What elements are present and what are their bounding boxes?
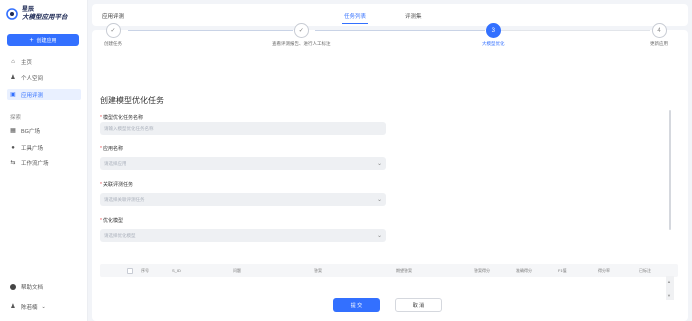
required-mark: * [100,146,102,152]
column-header: 准确得分 [516,268,532,273]
field-label-task-name: *模型优化任务名称 [100,115,143,121]
create-app-button[interactable]: + 创建应用 [7,34,79,46]
main-panel [92,30,688,321]
step-label: 创建任务 [104,41,122,46]
logo-title: 星辰 [22,7,35,13]
column-header: 答案 [314,268,322,273]
help-docs-link[interactable]: 帮助文档 [7,281,81,292]
logo-subtitle: 大模型应用平台 [22,14,68,21]
help-docs-label: 帮助文档 [21,284,44,291]
column-header: F1值 [558,268,567,273]
step-label: 大模型优化 [482,41,505,46]
create-app-label: 创建应用 [36,37,57,44]
check-icon: ✓ [105,23,121,38]
username-label: 陈若楠 [21,304,38,311]
step-update-app: 4 更新应用 [650,23,668,47]
sidebar-item-label: 工具广场 [21,145,44,152]
sidebar-item-bg-square[interactable]: ▦ BG广场 [7,125,81,136]
column-header: S_ID [172,268,181,273]
sidebar-item-home[interactable]: ⌂ 主页 [7,56,81,67]
page-scrollbar[interactable] [669,110,671,230]
user-menu[interactable]: ♟ 陈若楠 ⌄ [7,301,81,312]
cancel-button[interactable]: 取 消 [395,298,442,312]
form-title: 创建模型优化任务 [100,96,164,105]
workflow-icon: ⇆ [10,160,16,166]
column-header: 问题 [233,268,241,273]
evaluation-icon: ▣ [10,92,16,98]
grid-icon: ▦ [10,128,16,134]
tab-label: 任务列表 [344,13,367,20]
step-number: 3 [485,23,501,38]
tool-icon: ● [11,144,15,151]
step-connector [128,30,293,31]
sidebar-item-label: 工作流广场 [21,160,49,167]
chevron-down-icon: ⌄ [376,197,382,203]
top-bar: 应用评测 任务列表 评测集 [92,4,688,26]
sidebar: 星辰 大模型应用平台 + 创建应用 ⌂ 主页 ♟ 个人空间 ▣ 应用评测 探索 … [0,0,88,321]
field-label-eval-task: *关联评测任务 [100,182,133,188]
required-mark: * [100,218,102,224]
step-number: 4 [651,23,667,38]
column-header: 得分率 [598,268,610,273]
select-placeholder: 请选择应用 [104,160,127,166]
step-view-report: ✓ 查看评测报告、进行人工标注 [272,23,331,47]
chevron-down-icon: ⌄ [41,303,46,310]
home-icon: ⌂ [11,58,15,65]
submit-label: 提 交 [350,302,363,309]
scroll-down-icon[interactable]: ▼ [667,293,671,298]
input-placeholder: 请输入模型优化任务名称 [104,125,154,131]
column-header: 已标注 [639,268,651,273]
sidebar-item-label: 主页 [21,59,33,66]
chevron-down-icon: ⌄ [376,161,382,167]
user-avatar-icon: ♟ [10,304,16,310]
required-mark: * [100,182,102,188]
select-all-checkbox[interactable] [127,267,133,274]
step-connector [315,30,485,31]
column-header: 答案得分 [474,268,490,273]
step-label: 查看评测报告、进行人工标注 [272,41,331,46]
required-mark: * [100,115,102,121]
app-name-select[interactable]: 请选择应用 ⌄ [100,157,386,170]
column-header: 序号 [141,268,149,273]
tab-evaluation-set[interactable]: 评测集 [403,8,424,24]
field-label-optimize-model: *优化模型 [100,218,123,224]
logo-icon [6,8,18,20]
eval-task-select[interactable]: 请选择关联评测任务 ⌄ [100,193,386,206]
cancel-label: 取 消 [412,302,425,309]
app-logo[interactable]: 星辰 大模型应用平台 [6,7,68,21]
tab-label: 评测集 [405,14,422,20]
submit-button[interactable]: 提 交 [333,298,380,312]
step-create-task: ✓ 创建任务 [104,23,122,47]
sidebar-item-label: 应用评测 [21,92,44,99]
chevron-down-icon: ⌄ [376,233,382,239]
help-icon [10,283,16,290]
page-title: 应用评测 [102,14,125,20]
step-label: 更新应用 [650,41,668,46]
table-header: 序号 S_ID 问题 答案 期望答案 答案得分 准确得分 F1值 得分率 已标注 [100,264,678,277]
select-placeholder: 请选择关联评测任务 [104,196,145,202]
sidebar-item-label: 个人空间 [21,75,44,82]
explore-section-label: 探索 [10,115,22,121]
sidebar-item-tool-square[interactable]: ● 工具广场 [7,142,81,153]
select-placeholder: 请选择优化模型 [104,232,136,238]
user-icon: ♟ [10,75,16,81]
optimize-model-select[interactable]: 请选择优化模型 ⌄ [100,229,386,242]
sidebar-item-evaluation[interactable]: ▣ 应用评测 [7,89,81,100]
field-label-app-name: *应用名称 [100,146,123,152]
sidebar-item-workflow-square[interactable]: ⇆ 工作流广场 [7,157,81,168]
check-icon: ✓ [293,23,309,38]
task-name-input[interactable]: 请输入模型优化任务名称 [100,122,386,135]
sidebar-item-label: BG广场 [21,128,40,135]
step-connector [500,30,650,31]
step-model-optimization: 3 大模型优化 [482,23,505,47]
plus-icon: + [29,36,34,44]
sidebar-item-personal-space[interactable]: ♟ 个人空间 [7,72,81,83]
tab-task-list[interactable]: 任务列表 [342,8,369,24]
scroll-up-icon[interactable]: ▲ [667,279,671,284]
column-header: 期望答案 [396,268,412,273]
